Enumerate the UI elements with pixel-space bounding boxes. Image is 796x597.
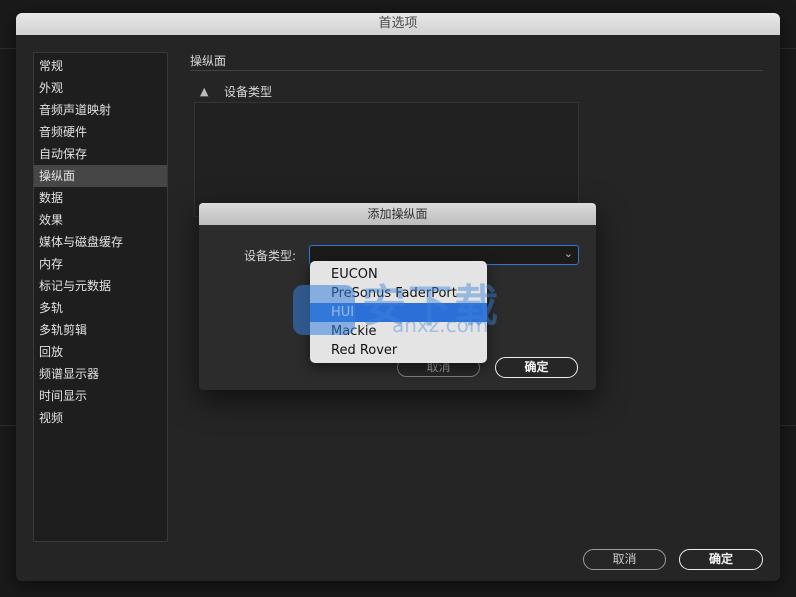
category-sidebar: 常规 外观 音频声道映射 音频硬件 自动保存 操纵面 数据 效果 媒体与磁盘缓存 内存 标记与元数据… — [33, 52, 168, 542]
sidebar-item[interactable]: 多轨剪辑 — [34, 319, 167, 341]
cancel-button[interactable]: 取消 — [583, 549, 666, 570]
sidebar-item[interactable]: 音频声道映射 — [34, 99, 167, 121]
sidebar-item[interactable]: 多轨 — [34, 297, 167, 319]
sidebar-item[interactable]: 数据 — [34, 187, 167, 209]
sidebar-item[interactable]: 标记与元数据 — [34, 275, 167, 297]
sidebar-item[interactable]: 视频 — [34, 407, 167, 429]
sidebar-item[interactable]: 内存 — [34, 253, 167, 275]
ok-button[interactable]: 确定 — [679, 549, 763, 570]
sidebar-item[interactable]: 操纵面 — [34, 165, 167, 187]
window-title: 首选项 — [16, 13, 780, 35]
sidebar-item[interactable]: 时间显示 — [34, 385, 167, 407]
sidebar-item[interactable]: 音频硬件 — [34, 121, 167, 143]
sidebar-item[interactable]: 回放 — [34, 341, 167, 363]
sidebar-item[interactable]: 自动保存 — [34, 143, 167, 165]
device-list-header[interactable]: ▲ 设备类型 — [194, 83, 579, 101]
column-header-device-type[interactable]: 设备类型 — [224, 83, 272, 101]
watermark-subtext: anxz.com — [392, 313, 489, 337]
device-type-label: 设备类型: — [244, 249, 297, 263]
dialog-title: 添加操纵面 — [199, 203, 596, 225]
chevron-down-icon: ⌄ — [563, 247, 573, 260]
panel-divider — [190, 70, 763, 71]
sidebar-item[interactable]: 媒体与磁盘缓存 — [34, 231, 167, 253]
panel-title: 操纵面 — [190, 54, 227, 68]
up-arrow-icon[interactable]: ▲ — [200, 83, 208, 101]
sidebar-item[interactable]: 常规 — [34, 55, 167, 77]
device-list[interactable] — [194, 102, 579, 217]
sidebar-item[interactable]: 外观 — [34, 77, 167, 99]
dropdown-option[interactable]: Red Rover — [310, 341, 487, 360]
sidebar-item[interactable]: 效果 — [34, 209, 167, 231]
watermark-logo — [293, 285, 355, 335]
sidebar-item[interactable]: 频谱显示器 — [34, 363, 167, 385]
dialog-ok-button[interactable]: 确定 — [495, 357, 578, 378]
